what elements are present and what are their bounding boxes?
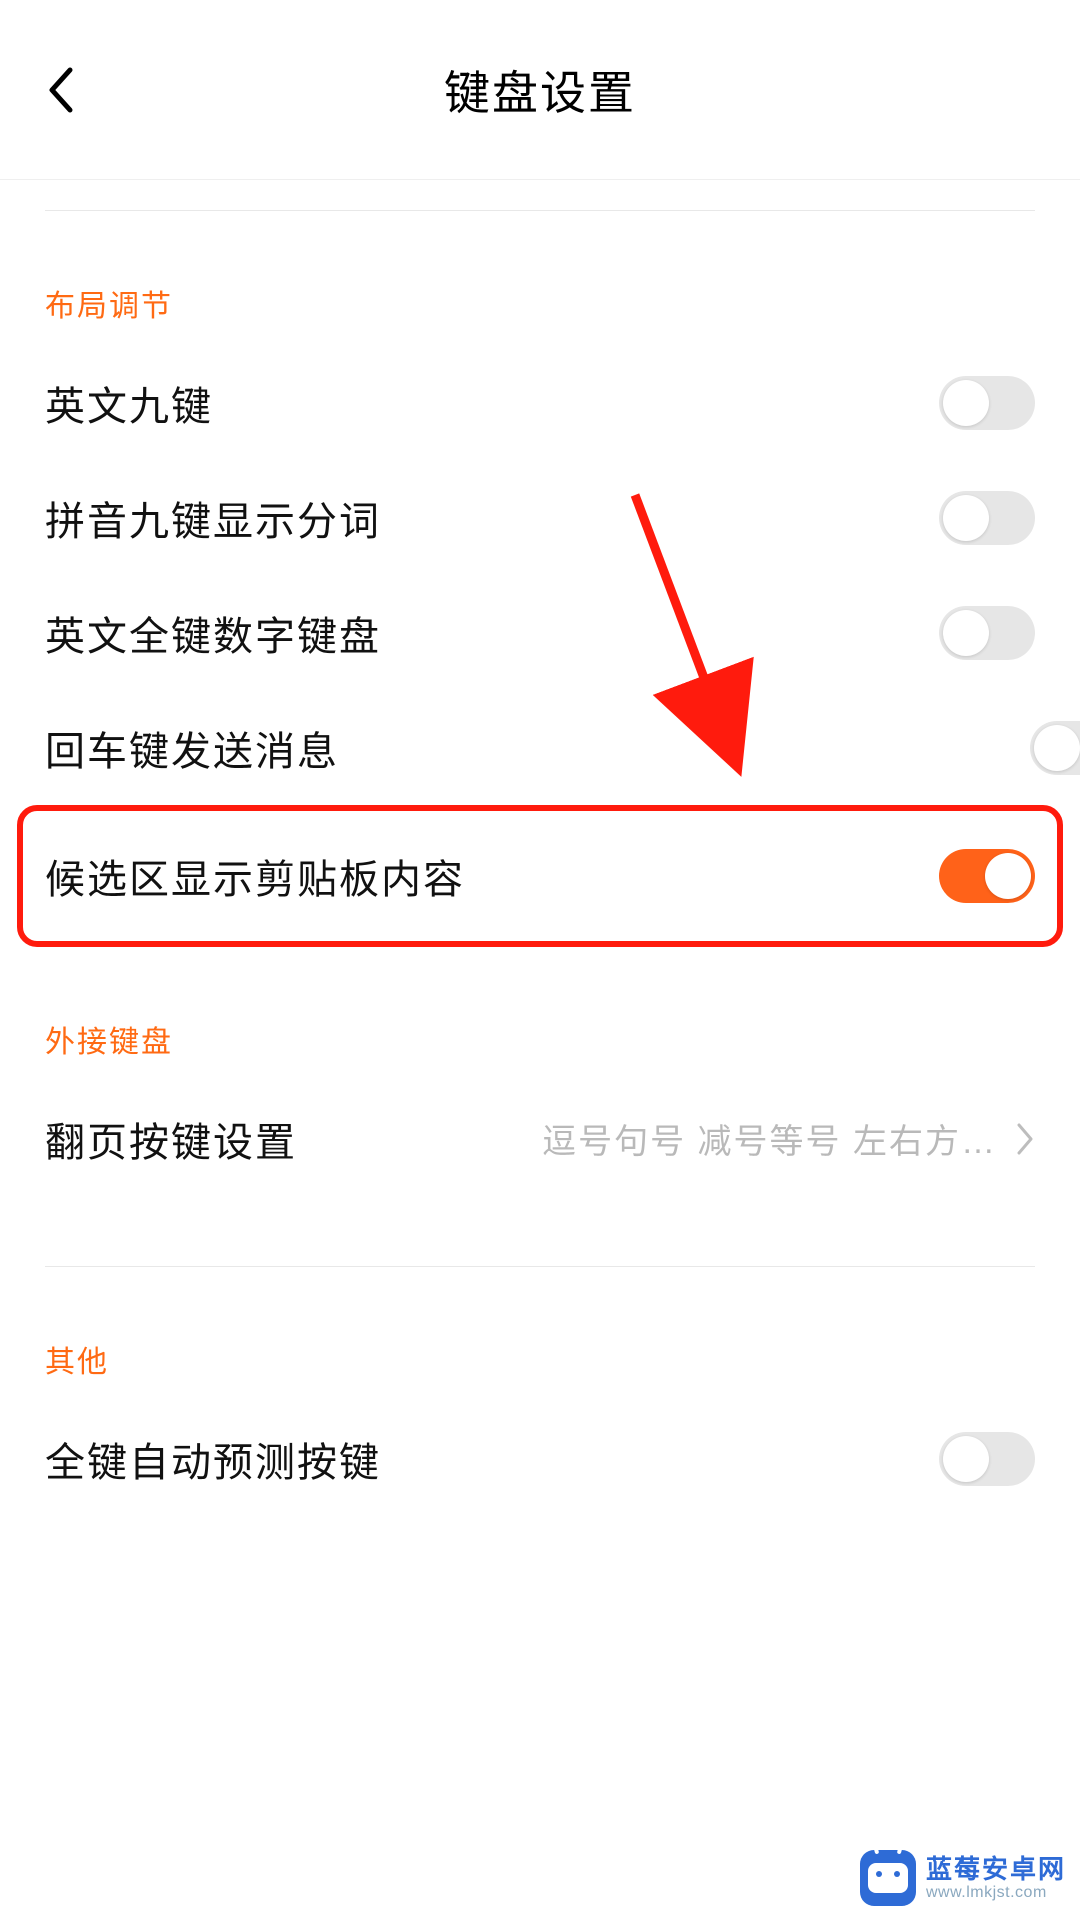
row-page-keys[interactable]: 翻页按键设置 逗号句号 减号等号 左右方… (45, 1081, 1035, 1196)
row-label: 翻页按键设置 (45, 1110, 297, 1168)
row-label: 英文全键数字键盘 (45, 604, 381, 662)
highlighted-setting: 候选区显示剪贴板内容 (17, 805, 1063, 947)
toggle-auto-predict[interactable] (939, 1432, 1035, 1486)
row-english-fullkey-digits[interactable]: 英文全键数字键盘 (45, 575, 1035, 690)
watermark: 蓝莓安卓网 www.lmkjst.com (860, 1850, 1066, 1906)
back-button[interactable] (30, 60, 90, 120)
toggle-english-fullkey-digits[interactable] (939, 606, 1035, 660)
row-enter-send[interactable]: 回车键发送消息 (45, 690, 1035, 805)
section-header-layout: 布局调节 (45, 211, 1035, 325)
row-auto-predict[interactable]: 全键自动预测按键 (45, 1401, 1035, 1516)
toggle-clipboard-candidate[interactable] (939, 849, 1035, 903)
header-bar: 键盘设置 (0, 0, 1080, 180)
watermark-name: 蓝莓安卓网 (926, 1855, 1066, 1884)
chevron-left-icon (46, 66, 74, 114)
row-pinyin-9key-split[interactable]: 拼音九键显示分词 (45, 460, 1035, 575)
row-label: 英文九键 (45, 374, 213, 432)
toggle-english-9key[interactable] (939, 376, 1035, 430)
watermark-url: www.lmkjst.com (926, 1884, 1066, 1902)
settings-content: 布局调节 英文九键 拼音九键显示分词 英文全键数字键盘 回车键发送消息 候选区显… (0, 210, 1080, 1516)
toggle-enter-send[interactable] (1030, 721, 1080, 775)
chevron-right-icon (1015, 1121, 1035, 1157)
watermark-logo-icon (860, 1850, 916, 1906)
row-english-9key[interactable]: 英文九键 (45, 345, 1035, 460)
row-label: 全键自动预测按键 (45, 1430, 381, 1488)
toggle-pinyin-9key-split[interactable] (939, 491, 1035, 545)
row-label: 候选区显示剪贴板内容 (45, 847, 465, 905)
page-title: 键盘设置 (30, 57, 1050, 123)
row-label: 拼音九键显示分词 (45, 489, 381, 547)
section-header-external: 外接键盘 (45, 947, 1035, 1061)
row-label: 回车键发送消息 (45, 719, 339, 777)
section-header-other: 其他 (45, 1267, 1035, 1381)
row-clipboard-candidate[interactable]: 候选区显示剪贴板内容 (45, 811, 1035, 941)
row-value: 逗号句号 减号等号 左右方… (297, 1114, 1015, 1163)
